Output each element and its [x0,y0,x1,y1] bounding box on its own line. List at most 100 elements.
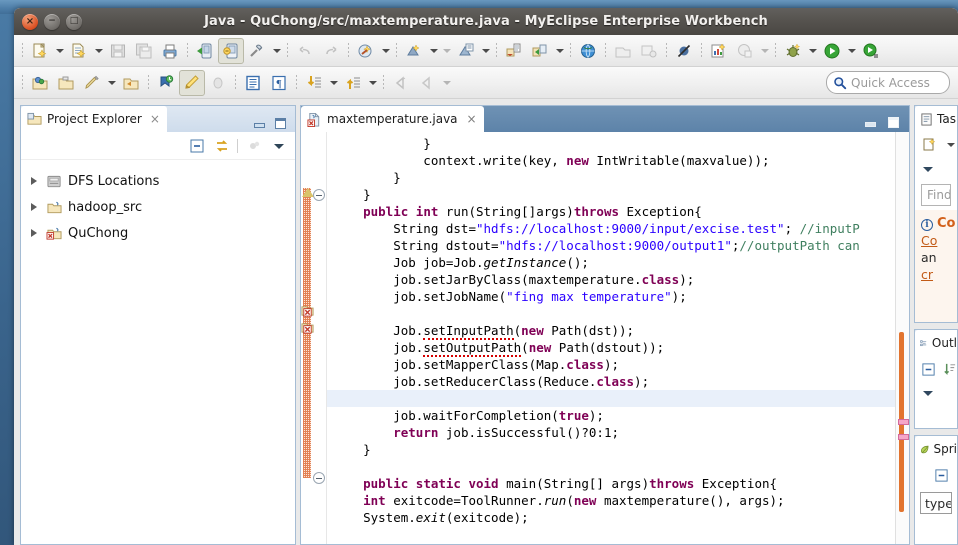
new-java-package-button[interactable] [353,38,379,64]
new-from-template-button[interactable] [66,38,92,64]
chevron-right-icon[interactable] [31,176,41,186]
new-java-package-dropdown[interactable] [379,38,392,64]
new-java-class-button[interactable] [401,38,427,64]
run-dropdown[interactable] [845,38,858,64]
tasks-notice-link-2[interactable]: cr [921,267,933,282]
profile-dropdown[interactable] [758,38,771,64]
new-editor-button[interactable] [79,70,105,96]
code-line[interactable]: return job.isSuccessful()?0:1; [327,424,895,441]
code-line[interactable]: } [327,135,895,152]
tasks-find-input[interactable]: Find [921,184,951,206]
sort-button[interactable] [942,360,958,379]
tab-project-explorer[interactable]: Project Explorer × [21,106,167,132]
chevron-right-icon[interactable] [31,228,41,238]
code-line[interactable] [327,390,895,407]
new-task-dropdown[interactable] [944,132,957,158]
spring-filter-input[interactable]: type f [920,492,952,514]
build-project-dropdown[interactable] [270,38,283,64]
myeclipse-deploy-button[interactable] [218,37,244,64]
deploy-button[interactable] [192,38,218,64]
redo-button[interactable] [318,38,344,64]
code-line[interactable]: job.setMapperClass(Map.class); [327,356,895,373]
code-line[interactable]: } [327,169,895,186]
prev-annotation-button[interactable] [340,70,366,96]
run-history-button[interactable] [858,38,884,64]
next-annotation-button[interactable] [301,70,327,96]
view-menu-icon[interactable] [923,390,933,396]
next-annotation-dropdown[interactable] [327,70,340,96]
print-button[interactable] [157,38,183,64]
fold-toggle-run-method[interactable] [313,189,325,201]
export-button[interactable] [501,38,527,64]
code-line[interactable]: job.setOutputPath(new Path(dstout)); [327,339,895,357]
code-line[interactable]: job.waitForCompletion(true); [327,407,895,424]
minimize-editor-button[interactable] [864,117,877,129]
new-java-class-dropdown[interactable] [427,38,440,64]
tree-item-hadoop-src[interactable]: hadoop_src [27,194,295,220]
tree-item-quchong[interactable]: QuChong [27,220,295,246]
new-editor-dropdown[interactable] [105,70,118,96]
ant-button[interactable] [205,70,231,96]
block-selection-button[interactable] [240,70,266,96]
open-perspective-button[interactable] [27,70,53,96]
code-line[interactable]: job.setJarByClass(maxtemperature.class); [327,271,895,288]
new-file-button[interactable] [27,38,53,64]
save-button[interactable] [105,38,131,64]
prev-annotation-dropdown[interactable] [366,70,379,96]
open-type-button[interactable] [610,38,636,64]
tasks-notice-link-1[interactable]: Co [921,233,937,248]
new-file-dropdown[interactable] [53,38,66,64]
code-line[interactable] [327,458,895,475]
profile-button[interactable] [732,38,758,64]
code-line[interactable]: job.setReducerClass(Reduce.class); [327,373,895,390]
window-minimize-button[interactable]: − [44,13,60,30]
skip-breakpoints-button[interactable] [671,38,697,64]
debug-button[interactable] [780,38,806,64]
tree-item-dfs-locations[interactable]: DFS Locations [27,168,295,194]
error-marker-icon[interactable] [301,304,314,317]
code-line[interactable]: public int run(String[]args)throws Excep… [327,203,895,220]
new-java-interface-dropdown[interactable] [479,38,492,64]
toolbar-overflow-arrow[interactable] [440,38,453,64]
code-text-area[interactable]: } context.write(key, new IntWritable(max… [327,132,895,544]
tab-outline[interactable]: Outl [915,330,957,356]
close-icon[interactable]: × [150,112,160,126]
view-menu-icon[interactable] [923,166,933,172]
code-line[interactable]: int exitcode=ToolRunner.run(new maxtempe… [327,492,895,509]
collapse-all-button[interactable] [187,136,206,155]
highlight-pencil-button[interactable] [179,69,205,96]
open-folder-button[interactable] [118,70,144,96]
overview-error-marker[interactable] [898,434,909,440]
forward-dropdown[interactable] [440,70,453,96]
new-report-button[interactable] [706,38,732,64]
collapse-all-button[interactable] [932,466,951,485]
code-line[interactable]: } [327,186,895,203]
new-task-button[interactable] [921,136,939,155]
pilcrow-button[interactable]: ¶ [266,70,292,96]
search-all-button[interactable] [636,38,662,64]
open-browser-button[interactable] [575,38,601,64]
code-line[interactable]: } [327,441,895,458]
editor-overview-ruler[interactable] [895,132,909,544]
code-line[interactable] [327,305,895,322]
chevron-right-icon[interactable] [31,202,41,212]
window-maximize-button[interactable]: □ [66,13,82,30]
new-java-interface-button[interactable] [453,38,479,64]
code-line[interactable]: public static void main(String[] args)th… [327,475,895,492]
undo-button[interactable] [292,38,318,64]
tab-tasks[interactable]: Tas [915,106,957,132]
overview-error-marker[interactable] [898,419,909,425]
close-icon[interactable]: × [467,112,477,126]
quick-access-field[interactable]: Quick Access [826,71,950,94]
code-line[interactable]: Job job=Job.getInstance(); [327,254,895,271]
maximize-editor-button[interactable] [887,117,900,129]
error-marker-icon[interactable] [301,321,314,334]
mark-occurrences-button[interactable] [153,70,179,96]
minimize-view-button[interactable] [253,118,266,130]
link-with-editor-button[interactable] [212,136,231,155]
open-resource-button[interactable] [53,70,79,96]
maximize-view-button[interactable] [274,118,287,130]
new-from-template-dropdown[interactable] [92,38,105,64]
view-menu-button[interactable] [269,136,288,155]
code-line[interactable]: job.setJobName("fing max temperature"); [327,288,895,305]
